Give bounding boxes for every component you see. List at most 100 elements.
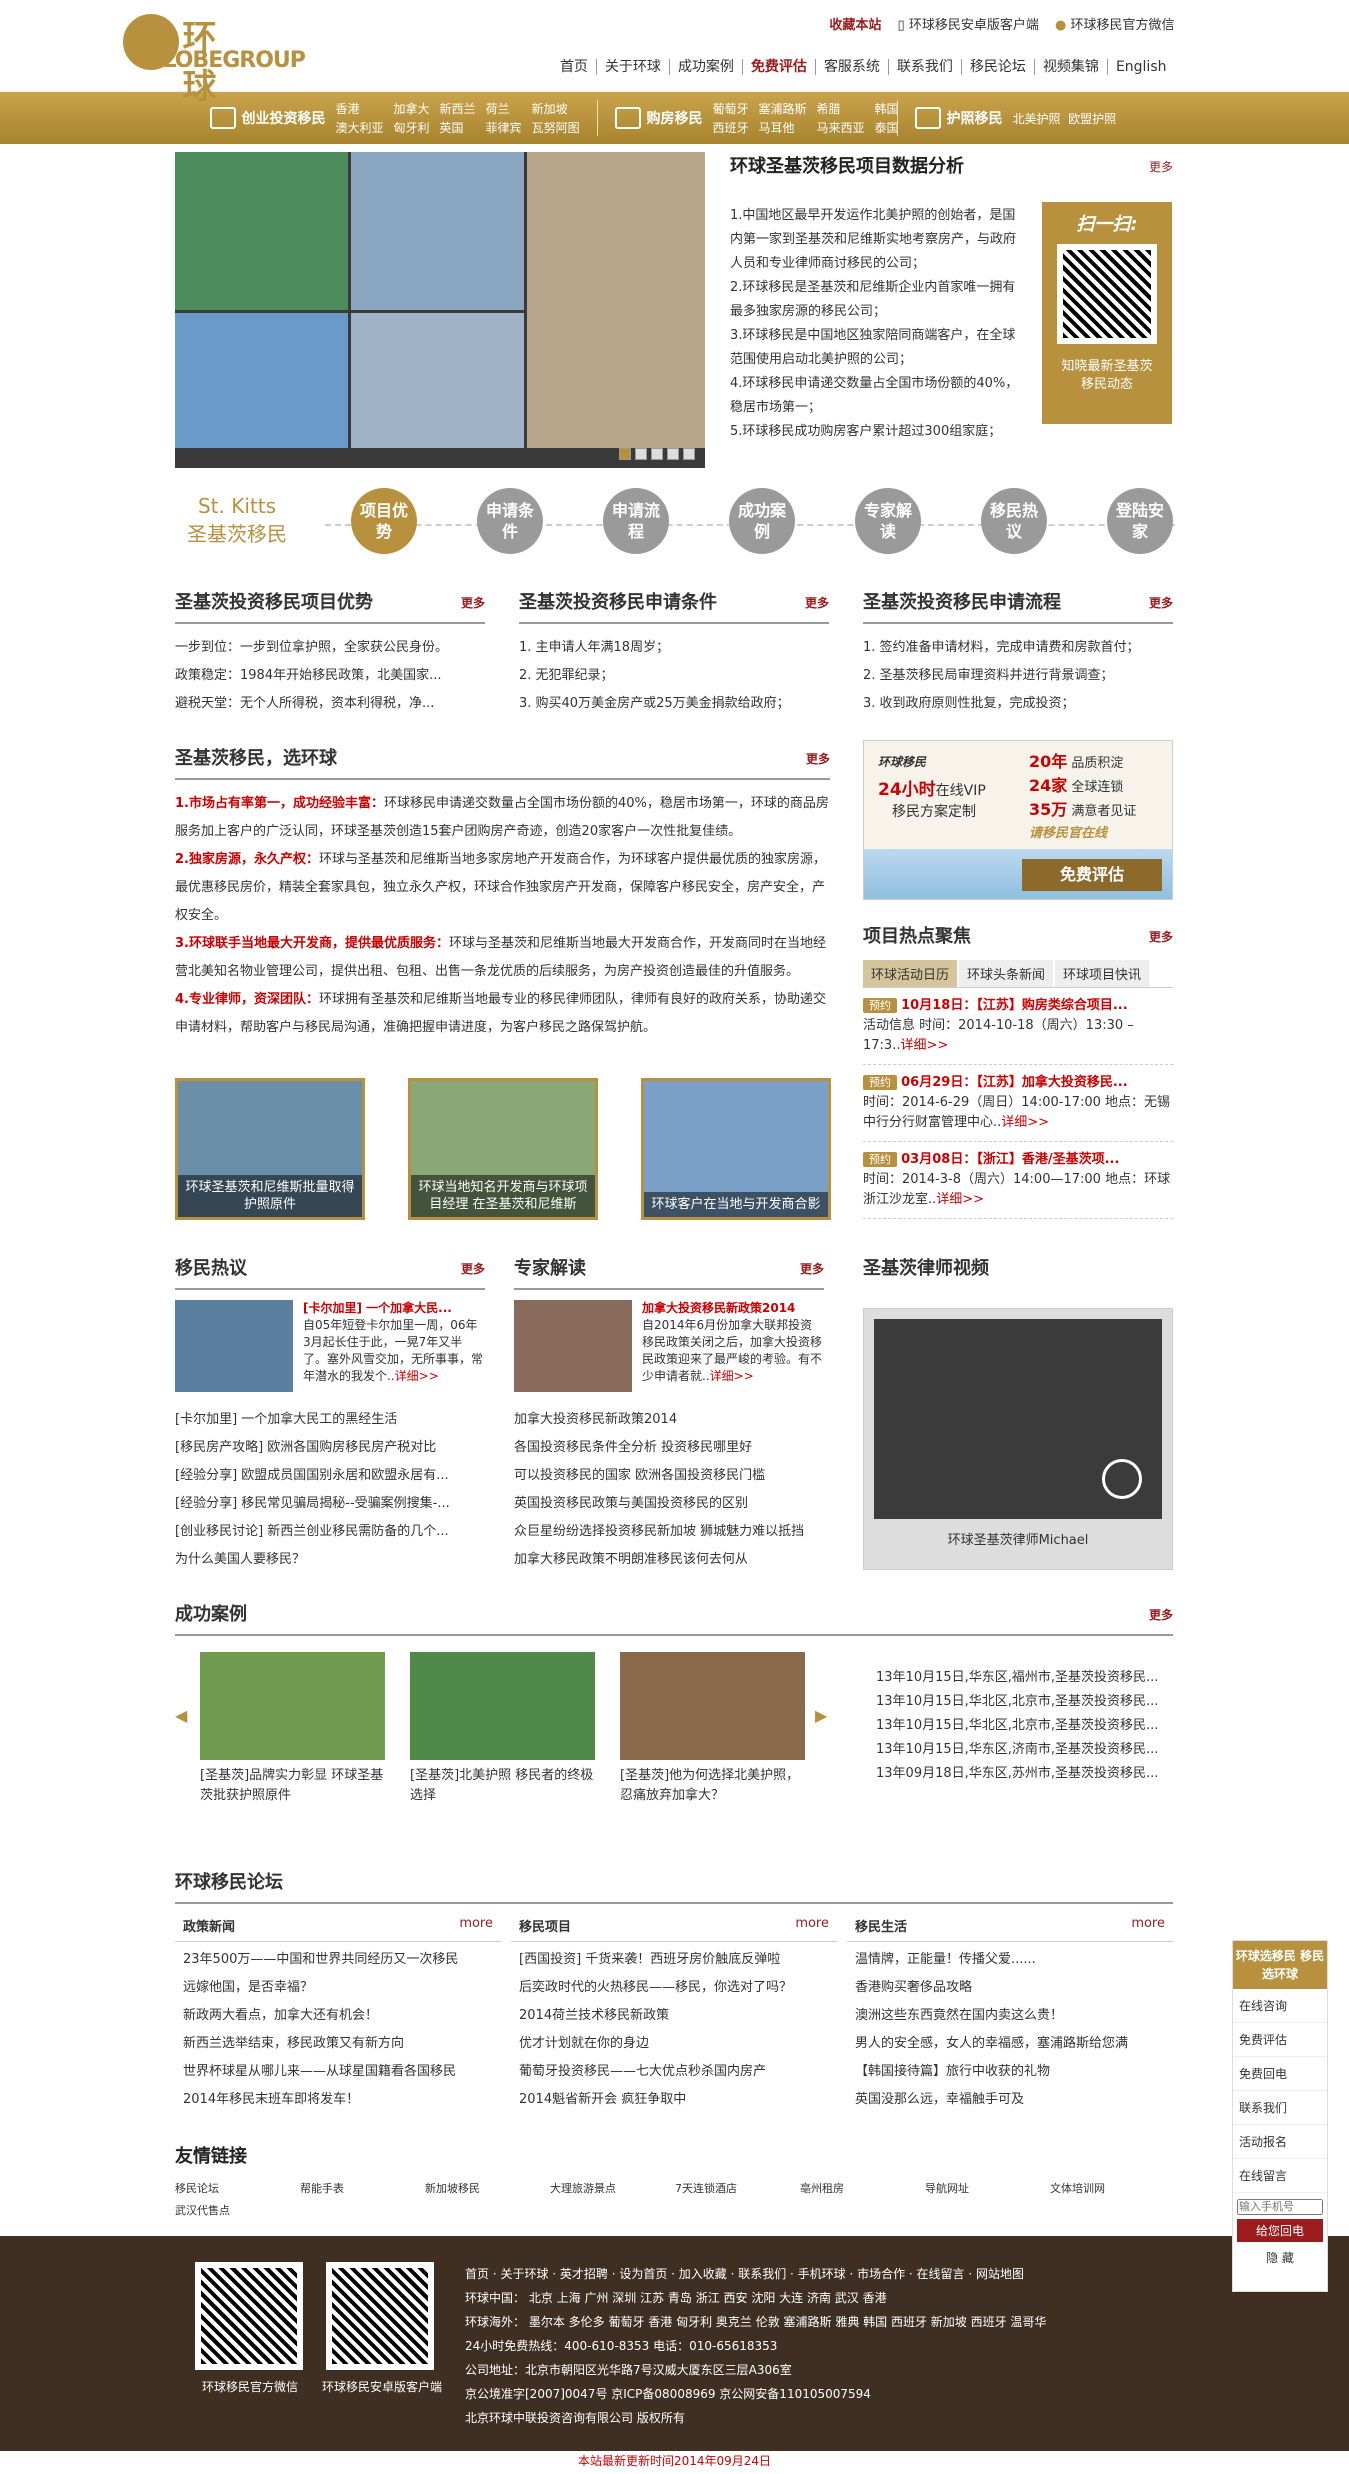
list-item[interactable]: 为什么美国人要移民？ <box>175 1546 485 1574</box>
friend-link[interactable]: 亳州租房 <box>800 2178 925 2200</box>
tab-news[interactable]: 环球项目快讯 <box>1055 960 1150 987</box>
hide-button[interactable]: 隐 藏 <box>1233 2246 1327 2269</box>
list-item[interactable]: 加拿大投资移民新政策2014 <box>514 1406 824 1434</box>
event-item[interactable]: 预约 10月18日：【江苏】购房类综合项目... 活动信息 时间：2014-10-… <box>863 988 1173 1065</box>
invest-title[interactable]: 创业投资移民 <box>242 108 326 128</box>
more-link[interactable]: 更多 <box>1149 158 1173 175</box>
list-item[interactable]: 1. 签约准备申请材料，完成申请费和房款首付； <box>863 634 1173 662</box>
friend-link[interactable]: 武汉代售点 <box>175 2200 300 2222</box>
list-item[interactable]: [经验分享] 欧盟成员国国别永居和欧盟永居有... <box>175 1462 485 1490</box>
tab-headlines[interactable]: 环球头条新闻 <box>959 960 1054 987</box>
lawyer-video[interactable]: 环球圣基茨律师Michael <box>863 1308 1173 1570</box>
list-item[interactable]: 13年10月15日,华北区,北京市,圣基茨投资移民... <box>876 1690 1158 1714</box>
list-item[interactable]: 英国投资移民政策与美国投资移民的区别 <box>514 1490 824 1518</box>
tab-discuss[interactable]: 移民热议 <box>981 488 1047 554</box>
list-item[interactable]: 13年10月15日,华东区,济南市,圣基茨投资移民... <box>876 1738 1158 1762</box>
list-item[interactable]: 后奕政时代的火热移民——移民，你选对了吗？ <box>519 1974 837 2002</box>
link-hu[interactable]: 荷兰 <box>486 100 522 117</box>
list-item[interactable]: 各国投资移民条件全分析 投资移民哪里好 <box>514 1434 824 1462</box>
online-chat-button[interactable]: 在线咨询 <box>1233 1989 1327 2023</box>
event-item[interactable]: 预约 03月08日：【浙江】香港/圣基茨项... 时间：2014-3-8（周六）1… <box>863 1142 1173 1219</box>
list-item[interactable]: 一步到位：一步到位拿护照，全家获公民身份。 <box>175 634 485 662</box>
promo-banner[interactable]: 环球移民 24小时在线VIP 移民方案定制 20年 品质积淀 24家 全球连锁 … <box>863 740 1173 900</box>
play-icon[interactable] <box>1102 1459 1142 1499</box>
list-item[interactable]: 政策稳定：1984年开始移民政策，北美国家... <box>175 662 485 690</box>
footer-china[interactable]: 环球中国： 北京 上海 广州 深圳 江苏 青岛 浙江 西安 沈阳 大连 济南 武… <box>465 2286 1046 2310</box>
list-item[interactable]: 葡萄牙投资移民——七大优点秒杀国内房产 <box>519 2058 837 2086</box>
list-item[interactable]: 新政两大看点，加拿大还有机会！ <box>183 2002 501 2030</box>
more-link[interactable]: 更多 <box>461 1260 485 1277</box>
tab-settle[interactable]: 登陆安家 <box>1107 488 1173 554</box>
more-link[interactable]: 更多 <box>1149 594 1173 611</box>
arrow-right-icon[interactable]: ▶ <box>815 1706 827 1725</box>
friend-link[interactable]: 7天连锁酒店 <box>675 2178 800 2200</box>
detail-link[interactable]: 详细>> <box>710 1369 754 1383</box>
nav-about[interactable]: 关于环球 <box>596 59 670 75</box>
more-link[interactable]: more <box>459 1916 493 1931</box>
link-es[interactable]: 西班牙 <box>713 119 749 136</box>
gallery-image[interactable]: 环球圣基茨和尼维斯批量取得护照原件 <box>175 1078 365 1220</box>
link-eu-passport[interactable]: 欧盟护照 <box>1068 112 1116 126</box>
nav-forum[interactable]: 移民论坛 <box>961 59 1035 75</box>
link-vu[interactable]: 瓦努阿图 <box>532 119 580 136</box>
friend-link[interactable]: 帮能手表 <box>300 2178 425 2200</box>
nav-service[interactable]: 客服系统 <box>815 59 889 75</box>
message-button[interactable]: 在线留言 <box>1233 2159 1327 2193</box>
list-item[interactable]: 13年09月18日,华东区,苏州市,圣基茨投资移民... <box>876 1762 1158 1786</box>
list-item[interactable]: 2014魁省新开会 疯狂争取中 <box>519 2086 837 2114</box>
contact-button[interactable]: 联系我们 <box>1233 2091 1327 2125</box>
case-card[interactable]: [圣基茨]北美护照 移民者的终极选择 <box>410 1652 595 1806</box>
tab-conditions[interactable]: 申请条件 <box>477 488 543 554</box>
list-item[interactable]: 2014荷兰技术移民新政策 <box>519 2002 837 2030</box>
more-link[interactable]: 更多 <box>805 594 829 611</box>
nav-cases[interactable]: 成功案例 <box>669 59 743 75</box>
tab-advantage[interactable]: 项目优势 <box>351 488 417 554</box>
link-ph[interactable]: 英国 <box>440 119 476 136</box>
call-me-button[interactable]: 给您回电 <box>1237 2219 1323 2242</box>
friend-link[interactable]: 文体培训网 <box>1050 2178 1175 2200</box>
list-item[interactable]: 【韩国接待篇】旅行中收获的礼物 <box>855 2058 1173 2086</box>
list-item[interactable]: 香港购买奢侈品攻略 <box>855 1974 1173 2002</box>
slider-dot[interactable] <box>651 448 663 460</box>
list-item[interactable]: 1. 主申请人年满18周岁； <box>519 634 829 662</box>
list-item[interactable]: 男人的安全感，女人的幸福感，塞浦路斯给您满 <box>855 2030 1173 2058</box>
event-signup-button[interactable]: 活动报名 <box>1233 2125 1327 2159</box>
list-item[interactable]: [移民房产攻略] 欧洲各国购房移民房产税对比 <box>175 1434 485 1462</box>
link-my[interactable]: 马来西亚 <box>817 119 865 136</box>
link-pt[interactable]: 葡萄牙 <box>713 100 749 117</box>
list-item[interactable]: 13年10月15日,华北区,北京市,圣基茨投资移民... <box>876 1714 1158 1738</box>
nav-free-eval[interactable]: 免费评估 <box>742 59 816 75</box>
list-item[interactable]: 2. 圣基茨移民局审理资料并进行背景调查； <box>863 662 1173 690</box>
nav-contact[interactable]: 联系我们 <box>888 59 962 75</box>
gallery-image[interactable]: 环球客户在当地与开发商合影 <box>641 1078 831 1220</box>
link-ca[interactable]: 新西兰 <box>440 100 476 117</box>
gallery-image[interactable]: 环球当地知名开发商与环球项目经理 在圣基茨和尼维斯 <box>408 1078 598 1220</box>
detail-link[interactable]: 详细>> <box>1001 1115 1049 1130</box>
list-item[interactable]: 澳洲这些东西竟然在国内卖这么贵！ <box>855 2002 1173 2030</box>
more-link[interactable]: 更多 <box>800 1260 824 1277</box>
callback-button[interactable]: 免费回电 <box>1233 2057 1327 2091</box>
more-link[interactable]: more <box>1131 1916 1165 1931</box>
nav-home[interactable]: 首页 <box>551 59 597 75</box>
link-mt[interactable]: 马耳他 <box>759 119 807 136</box>
house-title[interactable]: 购房移民 <box>647 108 703 128</box>
list-item[interactable]: [经验分享] 移民常见骗局揭秘--受骗案例搜集-... <box>175 1490 485 1518</box>
app-link[interactable]: ▯ 环球移民安卓版客户端 <box>898 18 1039 33</box>
friend-link[interactable]: 大理旅游景点 <box>550 2178 675 2200</box>
link-gr[interactable]: 希腊 <box>817 100 865 117</box>
more-link[interactable]: more <box>795 1916 829 1931</box>
slider-dot[interactable] <box>683 448 695 460</box>
list-item[interactable]: 远嫁他国，是否幸福？ <box>183 1974 501 2002</box>
slider-dot[interactable] <box>635 448 647 460</box>
link-au[interactable]: 加拿大 <box>394 100 430 117</box>
list-item[interactable]: 英国没那么远，幸福触手可及 <box>855 2086 1173 2114</box>
list-item[interactable]: 3. 收到政府原则性批复，完成投资； <box>863 690 1173 718</box>
friend-link[interactable]: 导航网址 <box>925 2178 1050 2200</box>
footer-links[interactable]: 首页 · 关于环球 · 英才招聘 · 设为首页 · 加入收藏 · 联系我们 · … <box>465 2262 1046 2286</box>
list-item[interactable]: 加拿大移民政策不明朗准移民该何去何从 <box>514 1546 824 1574</box>
list-item[interactable]: 3. 购买40万美金房产或25万美金捐款给政府； <box>519 690 829 718</box>
nav-videos[interactable]: 视频集锦 <box>1034 59 1108 75</box>
case-title[interactable]: [圣基茨]他为何选择北美护照，忍痛放弃加拿大？ <box>620 1766 805 1806</box>
list-item[interactable]: [西国投资] 千货来袭！西班牙房价触底反弹啦 <box>519 1946 837 1974</box>
link-sg[interactable]: 菲律宾 <box>486 119 522 136</box>
